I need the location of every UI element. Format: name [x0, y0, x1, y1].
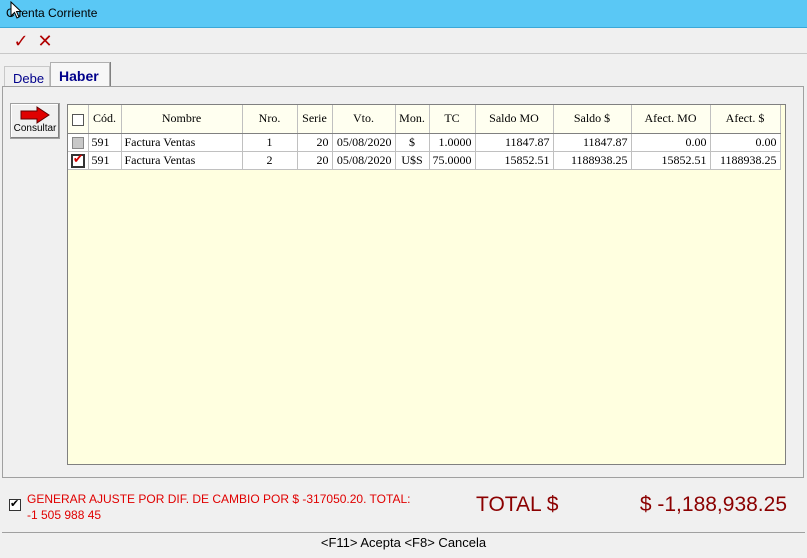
ajuste-checkbox[interactable]	[9, 497, 21, 511]
consultar-button[interactable]: Consultar	[10, 103, 60, 139]
cell-serie: 20	[297, 151, 333, 170]
title-bar: Cuenta Corriente	[0, 0, 807, 28]
close-icon: ✕	[37, 30, 53, 51]
checkmark-icon: ✓	[13, 30, 29, 51]
cell-afect-mo[interactable]: 15852.51	[631, 151, 711, 170]
header-cod[interactable]: Cód.	[88, 105, 122, 134]
total-value: $ -1,188,938.25	[639, 493, 787, 516]
cell-afect-pesos[interactable]: 1188938.25	[710, 151, 781, 170]
cell-saldo-mo: 11847.87	[475, 133, 554, 152]
cell-afect-pesos[interactable]: 0.00	[710, 133, 781, 152]
invoices-grid: Cód. Nombre Nro. Serie Vto. Mon. TC Sald…	[67, 104, 786, 465]
table-row[interactable]: 591 Factura Ventas 1 20 05/08/2020 $ 1.0…	[68, 133, 781, 152]
table-row[interactable]: 591 Factura Ventas 2 20 05/08/2020 U$S 7…	[68, 151, 781, 170]
cell-afect-mo[interactable]: 0.00	[631, 133, 711, 152]
header-vto[interactable]: Vto.	[332, 105, 396, 134]
row-select-cell[interactable]	[68, 151, 89, 170]
title-bar-right-area	[664, 0, 807, 5]
tab-debe[interactable]: Debe	[4, 66, 50, 88]
cancel-button[interactable]: ✕	[35, 31, 55, 51]
select-all-header[interactable]	[68, 105, 89, 134]
cell-vto: 05/08/2020	[332, 151, 396, 170]
mouse-cursor-icon	[10, 1, 22, 19]
cell-vto: 05/08/2020	[332, 133, 396, 152]
header-afect-mo[interactable]: Afect. MO	[631, 105, 711, 134]
row-checkbox[interactable]	[71, 136, 84, 149]
header-tc[interactable]: TC	[429, 105, 476, 134]
header-serie[interactable]: Serie	[297, 105, 333, 134]
status-bar: <F11> Acepta <F8> Cancela	[2, 532, 805, 552]
cell-saldo-mo: 15852.51	[475, 151, 554, 170]
total-label: TOTAL $	[476, 493, 559, 516]
grid-header-row: Cód. Nombre Nro. Serie Vto. Mon. TC Sald…	[68, 105, 781, 134]
header-saldo-mo[interactable]: Saldo MO	[475, 105, 554, 134]
cell-tc: 75.0000	[429, 151, 476, 170]
cell-mon: U$S	[395, 151, 430, 170]
header-saldo-pesos[interactable]: Saldo $	[553, 105, 632, 134]
header-mon[interactable]: Mon.	[395, 105, 430, 134]
cell-nombre: Factura Ventas	[121, 133, 243, 152]
cell-mon: $	[395, 133, 430, 152]
consultar-label: Consultar	[13, 123, 57, 134]
accept-button[interactable]: ✓	[11, 31, 31, 51]
row-select-cell[interactable]	[68, 133, 89, 152]
red-arrow-icon	[20, 106, 50, 124]
cell-saldo-pesos: 11847.87	[553, 133, 632, 152]
cell-cod: 591	[88, 133, 122, 152]
ajuste-label: GENERAR AJUSTE POR DIF. DE CAMBIO POR $ …	[27, 492, 411, 522]
cell-tc: 1.0000	[429, 133, 476, 152]
cell-cod: 591	[88, 151, 122, 170]
tab-haber[interactable]: Haber	[50, 62, 110, 88]
header-nombre[interactable]: Nombre	[121, 105, 243, 134]
cell-saldo-pesos: 1188938.25	[553, 151, 632, 170]
header-nro[interactable]: Nro.	[242, 105, 298, 134]
cell-nro: 2	[242, 151, 298, 170]
toolbar: ✓ ✕	[0, 28, 807, 54]
select-all-checkbox[interactable]	[71, 113, 84, 126]
cell-nombre: Factura Ventas	[121, 151, 243, 170]
row-checkbox-checked[interactable]	[70, 152, 85, 168]
cell-nro: 1	[242, 133, 298, 152]
header-afect-pesos[interactable]: Afect. $	[710, 105, 781, 134]
cell-serie: 20	[297, 133, 333, 152]
